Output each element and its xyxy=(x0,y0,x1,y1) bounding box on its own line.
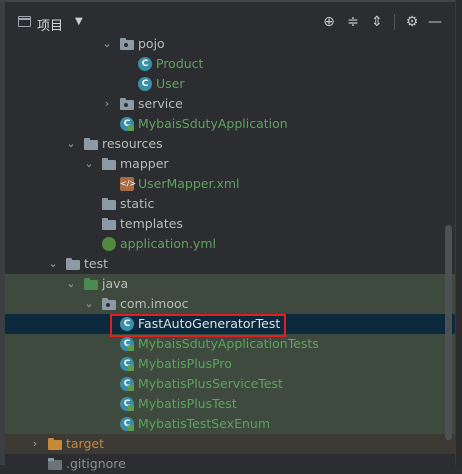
tree-row-static[interactable]: static xyxy=(5,194,455,214)
test-class-icon: C xyxy=(120,377,134,391)
xml-file-icon: </> xyxy=(120,177,136,191)
tree-item-label: MybatisPlusPro xyxy=(138,356,232,371)
toolbar-separator xyxy=(394,14,395,30)
vertical-scrollbar[interactable] xyxy=(445,225,452,440)
yaml-file-icon xyxy=(102,237,116,251)
tree-row-mybais-app[interactable]: C MybaisSdutyApplication xyxy=(5,114,455,134)
tree-row-templates[interactable]: templates xyxy=(5,214,455,234)
expand-chevron-icon[interactable]: ⌄ xyxy=(65,274,77,294)
tree-item-label: resources xyxy=(102,136,163,151)
test-class-icon: C xyxy=(120,357,134,371)
tree-row-user[interactable]: C User xyxy=(5,74,455,94)
tree-row-com-imooc[interactable]: ⌄ com.imooc xyxy=(5,294,455,314)
test-class-icon: C xyxy=(120,417,134,431)
selection-highlight-box xyxy=(110,314,286,337)
folder-icon xyxy=(102,218,116,230)
expand-chevron-icon[interactable]: ⌄ xyxy=(101,34,113,54)
tree-item-label: MybatisTestSexEnum xyxy=(138,416,271,431)
tree-item-label: pojo xyxy=(138,36,165,51)
tree-row-java[interactable]: ⌄ java xyxy=(5,274,455,294)
expand-chevron-icon[interactable]: ⌄ xyxy=(83,294,95,314)
editor-gutter-edge xyxy=(455,0,462,465)
tree-row-sex-enum[interactable]: C MybatisTestSexEnum xyxy=(5,414,455,434)
folder-icon xyxy=(102,198,116,210)
tree-row-plus-pro[interactable]: C MybatisPlusPro xyxy=(5,354,455,374)
tree-row-target[interactable]: › target xyxy=(5,434,455,454)
excluded-folder-icon xyxy=(48,438,62,450)
tree-item-label: User xyxy=(156,76,185,91)
file-icon xyxy=(48,458,62,470)
tree-item-label: target xyxy=(66,436,105,451)
view-dropdown-icon[interactable]: ▼ xyxy=(75,16,83,27)
package-folder-icon xyxy=(120,98,134,110)
locate-icon[interactable]: ⊕ xyxy=(318,12,340,32)
tree-item-label: static xyxy=(120,196,155,211)
tree-item-label: application.yml xyxy=(120,236,216,251)
collapse-all-icon[interactable]: ≑ xyxy=(342,12,364,32)
tree-row-application-yml[interactable]: application.yml xyxy=(5,234,455,254)
hide-icon[interactable]: — xyxy=(424,12,446,32)
tree-row-resources[interactable]: ⌄ resources xyxy=(5,134,455,154)
project-panel-title[interactable]: 项目 xyxy=(37,15,63,34)
package-folder-icon xyxy=(120,38,134,50)
tree-row-test[interactable]: ⌄ test xyxy=(5,254,455,274)
test-sources-folder-icon xyxy=(84,278,98,290)
tree-item-label: com.imooc xyxy=(120,296,189,311)
tree-item-label: MybaisSdutyApplicationTests xyxy=(138,336,319,351)
class-icon: C xyxy=(138,77,152,91)
tree-item-label: templates xyxy=(120,216,183,231)
project-view-icon xyxy=(18,16,31,27)
tree-row-plus-test[interactable]: C MybatisPlusTest xyxy=(5,394,455,414)
tree-row-user-mapper-xml[interactable]: </> UserMapper.xml xyxy=(5,174,455,194)
tree-row-product[interactable]: C Product xyxy=(5,54,455,74)
folder-icon xyxy=(102,158,116,170)
expand-chevron-icon[interactable]: ⌄ xyxy=(65,134,77,154)
class-icon: C xyxy=(138,57,152,71)
tree-row-mapper[interactable]: ⌄ mapper xyxy=(5,154,455,174)
package-folder-icon xyxy=(102,298,116,310)
tree-item-label: Product xyxy=(156,56,204,71)
tree-row-mybais-app-tests[interactable]: C MybaisSdutyApplicationTests xyxy=(5,334,455,354)
expand-chevron-icon[interactable]: ⌄ xyxy=(83,154,95,174)
folder-icon xyxy=(66,258,80,270)
test-class-icon: C xyxy=(120,397,134,411)
tree-item-label: MybatisPlusTest xyxy=(138,396,237,411)
tree-row-plus-service-test[interactable]: C MybatisPlusServiceTest xyxy=(5,374,455,394)
window-top-edge xyxy=(0,0,462,2)
gear-icon[interactable]: ⚙ xyxy=(401,12,423,32)
tree-item-label: MybaisSdutyApplication xyxy=(138,116,288,131)
spring-boot-class-icon: C xyxy=(120,117,134,131)
project-tree: ⌄ pojo C Product C User › service C Myba… xyxy=(5,34,455,474)
resources-folder-icon xyxy=(84,138,98,150)
tree-item-label: UserMapper.xml xyxy=(138,176,240,191)
tree-item-label: java xyxy=(102,276,129,291)
collapse-chevron-icon[interactable]: › xyxy=(101,94,113,114)
tree-row-gitignore[interactable]: .gitignore xyxy=(5,454,455,474)
collapse-chevron-icon[interactable]: › xyxy=(29,434,41,454)
expand-all-icon[interactable]: ⇕ xyxy=(366,12,388,32)
tree-item-label: service xyxy=(138,96,183,111)
expand-chevron-icon[interactable]: ⌄ xyxy=(47,254,59,274)
tree-item-label: test xyxy=(84,256,109,271)
test-class-icon: C xyxy=(120,337,134,351)
tree-item-label: .gitignore xyxy=(66,456,126,471)
tree-item-label: mapper xyxy=(120,156,169,171)
tree-row-service[interactable]: › service xyxy=(5,94,455,114)
tree-item-label: MybatisPlusServiceTest xyxy=(138,376,283,391)
tree-row-pojo[interactable]: ⌄ pojo xyxy=(5,34,455,54)
